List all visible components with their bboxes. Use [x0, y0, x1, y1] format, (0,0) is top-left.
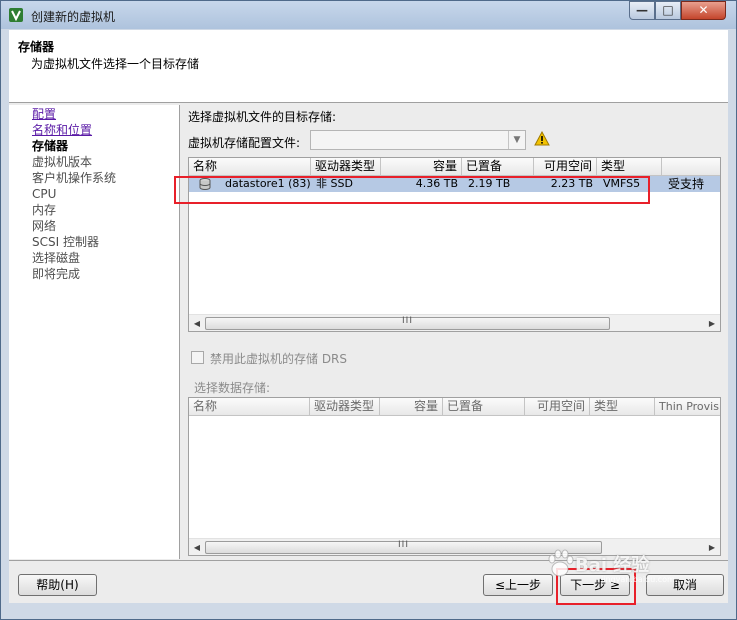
- column-header-free-space: 可用空间: [525, 398, 590, 415]
- column-header-name: 名称: [189, 398, 310, 415]
- step-vm-version: 虚拟机版本: [32, 155, 93, 169]
- column-header-type[interactable]: 类型: [597, 158, 662, 175]
- wizard-window: 创建新的虚拟机 — □ ✕ 存储器 为虚拟机文件选择一个目标存储 配置 名称和位…: [0, 0, 737, 620]
- datastore-table: 名称 驱动器类型 容量 已置备 可用空间 类型 datastore1 (83) …: [188, 157, 721, 332]
- baidu-paw-icon: [548, 549, 574, 577]
- column-header-type: 类型: [590, 398, 655, 415]
- watermark-text: Bai 经验: [575, 555, 650, 576]
- column-header-extra[interactable]: [662, 158, 720, 175]
- select-storage-label: 选择虚拟机文件的目标存储:: [188, 110, 337, 124]
- scroll-left-icon[interactable]: ◀: [189, 315, 205, 331]
- scroll-right-icon[interactable]: ▶: [704, 539, 720, 555]
- step-memory: 内存: [32, 203, 57, 217]
- scrollbar-thumb[interactable]: III: [205, 540, 602, 554]
- datastore-select-table: 名称 驱动器类型 容量 已置备 可用空间 类型 Thin Provisi ◀ I…: [188, 397, 721, 556]
- warning-icon: [534, 131, 550, 146]
- title-bar[interactable]: 创建新的虚拟机 — □ ✕: [1, 1, 736, 29]
- close-icon: ✕: [698, 3, 709, 17]
- step-cpu: CPU: [32, 187, 57, 201]
- step-network: 网络: [32, 219, 57, 233]
- column-header-provisioned[interactable]: 已置备: [462, 158, 534, 175]
- maximize-button[interactable]: □: [655, 1, 681, 20]
- step-config[interactable]: 配置: [32, 107, 56, 122]
- column-header-capacity: 容量: [380, 398, 443, 415]
- scroll-right-icon[interactable]: ▶: [704, 315, 720, 331]
- vsphere-icon: [9, 8, 23, 22]
- cell-type: VMFS5: [603, 177, 641, 190]
- storage-profile-label: 虚拟机存储配置文件:: [188, 136, 301, 150]
- cell-drive-type: 非 SSD: [316, 177, 353, 190]
- step-name-location[interactable]: 名称和位置: [32, 123, 92, 138]
- close-button[interactable]: ✕: [681, 1, 726, 20]
- disable-drs-checkbox[interactable]: [191, 351, 204, 364]
- scroll-grip: III: [402, 316, 413, 326]
- cell-name: datastore1 (83): [225, 177, 311, 190]
- step-storage: 存储器: [32, 139, 69, 153]
- window-title: 创建新的虚拟机: [31, 10, 116, 24]
- page-title: 存储器: [18, 40, 55, 54]
- column-header-drive-type[interactable]: 驱动器类型: [311, 158, 381, 175]
- step-guest-os: 客户机操作系统: [32, 171, 117, 185]
- page-subtitle: 为虚拟机文件选择一个目标存储: [31, 57, 200, 71]
- disable-drs-label: 禁用此虚拟机的存储 DRS: [210, 352, 348, 366]
- column-header-capacity[interactable]: 容量: [381, 158, 462, 175]
- wizard-content: 存储器 为虚拟机文件选择一个目标存储 配置 名称和位置 存储器 虚拟机版本 客户…: [9, 30, 728, 605]
- column-header-free-space[interactable]: 可用空间: [534, 158, 597, 175]
- column-header-name[interactable]: 名称: [189, 158, 311, 175]
- scrollbar-thumb[interactable]: III: [205, 316, 610, 330]
- watermark-url: jingyan.baidu.com: [601, 575, 675, 584]
- cell-capacity: 4.36 TB: [415, 177, 458, 190]
- horizontal-scrollbar[interactable]: ◀ III ▶: [189, 314, 720, 331]
- table-header: 名称 驱动器类型 容量 已置备 可用空间 类型: [189, 158, 720, 176]
- storage-profile-select[interactable]: ▼: [310, 130, 526, 150]
- minimize-icon: —: [636, 3, 648, 17]
- column-header-drive-type: 驱动器类型: [310, 398, 380, 415]
- wizard-steps: 配置 名称和位置 存储器 虚拟机版本 客户机操作系统 CPU 内存 网络 SCS…: [9, 105, 180, 559]
- cell-free-space: 2.23 TB: [550, 177, 593, 190]
- help-button[interactable]: 帮助(H): [18, 574, 97, 596]
- minimize-button[interactable]: —: [629, 1, 655, 20]
- select-datastore-label: 选择数据存储:: [194, 381, 271, 395]
- datastore-icon: [199, 178, 211, 190]
- chevron-down-icon[interactable]: ▼: [508, 131, 525, 149]
- maximize-icon: □: [662, 3, 674, 17]
- back-button[interactable]: ≤上一步: [483, 574, 553, 596]
- cell-extra: 受支持: [668, 177, 705, 191]
- scroll-grip: III: [398, 540, 409, 550]
- column-header-thin-provisioning: Thin Provisi: [659, 400, 721, 413]
- cell-provisioned: 2.19 TB: [468, 177, 511, 190]
- step-scsi-controller: SCSI 控制器: [32, 235, 99, 249]
- step-select-disk: 选择磁盘: [32, 251, 81, 265]
- table-row[interactable]: datastore1 (83) 非 SSD 4.36 TB 2.19 TB 2.…: [189, 176, 720, 192]
- step-ready-complete: 即将完成: [32, 267, 81, 281]
- scroll-left-icon[interactable]: ◀: [189, 539, 205, 555]
- wizard-header: 存储器 为虚拟机文件选择一个目标存储: [9, 30, 728, 103]
- column-header-provisioned: 已置备: [443, 398, 525, 415]
- table-header: 名称 驱动器类型 容量 已置备 可用空间 类型 Thin Provisi: [189, 398, 720, 416]
